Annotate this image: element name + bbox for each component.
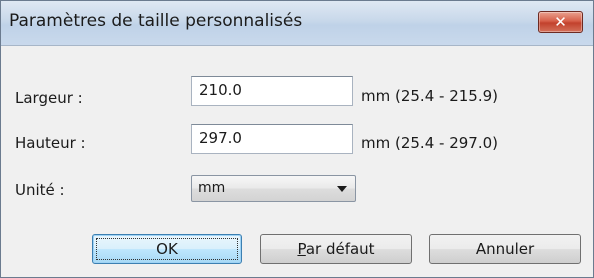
- custom-size-dialog: Paramètres de taille personnalisés ✕ Lar…: [0, 0, 594, 278]
- cancel-button[interactable]: Annuler: [429, 234, 581, 264]
- unit-select[interactable]: mm: [191, 175, 356, 202]
- default-button-label: ar défaut: [305, 240, 375, 258]
- unit-label: Unité :: [15, 181, 65, 199]
- close-icon: ✕: [554, 13, 567, 31]
- width-label: Largeur :: [15, 89, 83, 107]
- width-range: mm (25.4 - 215.9): [361, 87, 498, 105]
- title-bar: Paramètres de taille personnalisés ✕: [1, 1, 593, 46]
- height-input[interactable]: 297.0: [191, 124, 353, 154]
- ok-button[interactable]: OK: [92, 234, 242, 264]
- default-button-mnemonic: P: [297, 240, 306, 258]
- unit-select-value: mm: [198, 180, 226, 196]
- height-range: mm (25.4 - 297.0): [361, 134, 498, 152]
- dialog-title: Paramètres de taille personnalisés: [9, 11, 303, 31]
- close-button[interactable]: ✕: [538, 11, 583, 33]
- width-input[interactable]: 210.0: [191, 76, 353, 106]
- height-label: Hauteur :: [15, 134, 86, 152]
- chevron-down-icon: [337, 186, 347, 192]
- default-button[interactable]: Par défaut: [260, 234, 412, 264]
